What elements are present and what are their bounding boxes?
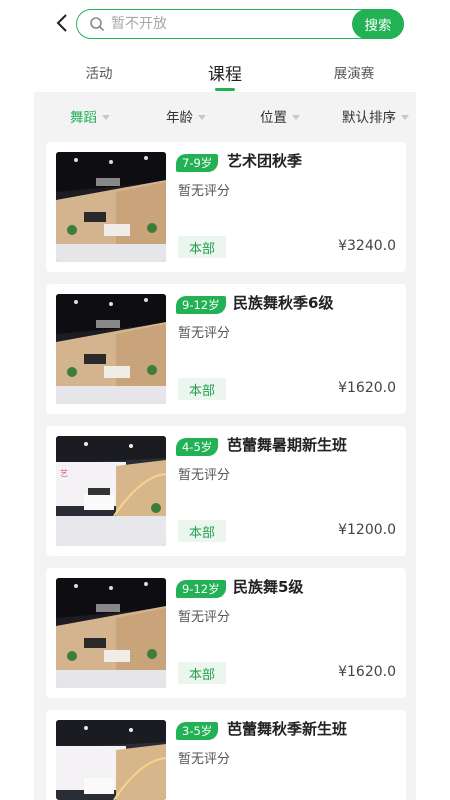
search-bar: 搜索 [76,9,404,39]
course-card[interactable]: 3-5岁 芭蕾舞秋季新生班 暂无评分 [46,710,406,800]
search-input[interactable] [111,14,341,34]
filter-label: 舞蹈 [70,110,97,126]
svg-text:艺: 艺 [60,469,68,478]
course-title: 民族舞秋季6级 [233,294,334,312]
filter-label: 默认排序 [342,110,396,126]
course-image [56,152,166,262]
campus-badge: 本部 [178,520,226,542]
back-arrow-icon[interactable] [52,12,74,34]
rating-text: 暂无评分 [178,610,231,625]
campus-badge: 本部 [178,662,226,684]
course-image: 艺 [56,436,166,546]
filter-bar: 舞蹈 年龄 位置 默认排序 [34,96,416,136]
rating-text: 暂无评分 [178,184,231,199]
header: 搜索 [0,0,450,48]
filter-label: 年龄 [166,110,193,126]
age-badge: 7-9岁 [176,154,219,172]
active-tab-indicator [215,88,235,91]
age-badge: 9-12岁 [176,296,226,314]
campus-badge: 本部 [178,378,226,400]
filter-sort[interactable]: 默认排序 [342,96,409,136]
price: ¥1620.0 [338,664,396,680]
rating-text: 暂无评分 [178,752,231,767]
caret-down-icon [401,114,409,120]
category-tabs: 活动 课程 展演赛 [34,52,414,92]
course-card[interactable]: 9-12岁 民族舞5级 暂无评分 本部 ¥1620.0 [46,568,406,698]
course-title: 芭蕾舞暑期新生班 [227,436,348,454]
caret-down-icon [292,114,300,120]
tab-activities[interactable]: 活动 [74,52,124,92]
filter-age[interactable]: 年龄 [166,96,206,136]
course-card[interactable]: 9-12岁 民族舞秋季6级 暂无评分 本部 ¥1620.0 [46,284,406,414]
age-badge: 9-12岁 [176,580,226,598]
course-title: 芭蕾舞秋季新生班 [227,720,348,738]
course-title: 民族舞5级 [233,578,304,596]
course-image [56,294,166,404]
price: ¥1620.0 [338,380,396,396]
filter-dance[interactable]: 舞蹈 [70,96,110,136]
campus-badge: 本部 [178,236,226,258]
tab-courses[interactable]: 课程 [194,52,256,92]
caret-down-icon [102,114,110,120]
filter-label: 位置 [260,110,287,126]
filter-location[interactable]: 位置 [260,96,300,136]
age-badge: 3-5岁 [176,722,219,740]
price: ¥1200.0 [338,522,396,538]
age-badge: 4-5岁 [176,438,219,456]
course-card[interactable]: 7-9岁 艺术团秋季 暂无评分 本部 ¥3240.0 [46,142,406,272]
rating-text: 暂无评分 [178,326,231,341]
tab-performances[interactable]: 展演赛 [324,52,384,92]
price: ¥3240.0 [338,238,396,254]
rating-text: 暂无评分 [178,468,231,483]
course-title: 艺术团秋季 [227,152,303,170]
caret-down-icon [198,114,206,120]
course-image [56,720,166,800]
course-card[interactable]: 艺 4-5岁 芭蕾舞暑期新生班 暂无评分 本部 ¥1200.0 [46,426,406,556]
search-icon [90,17,105,32]
course-image [56,578,166,688]
search-button[interactable]: 搜索 [352,9,404,39]
